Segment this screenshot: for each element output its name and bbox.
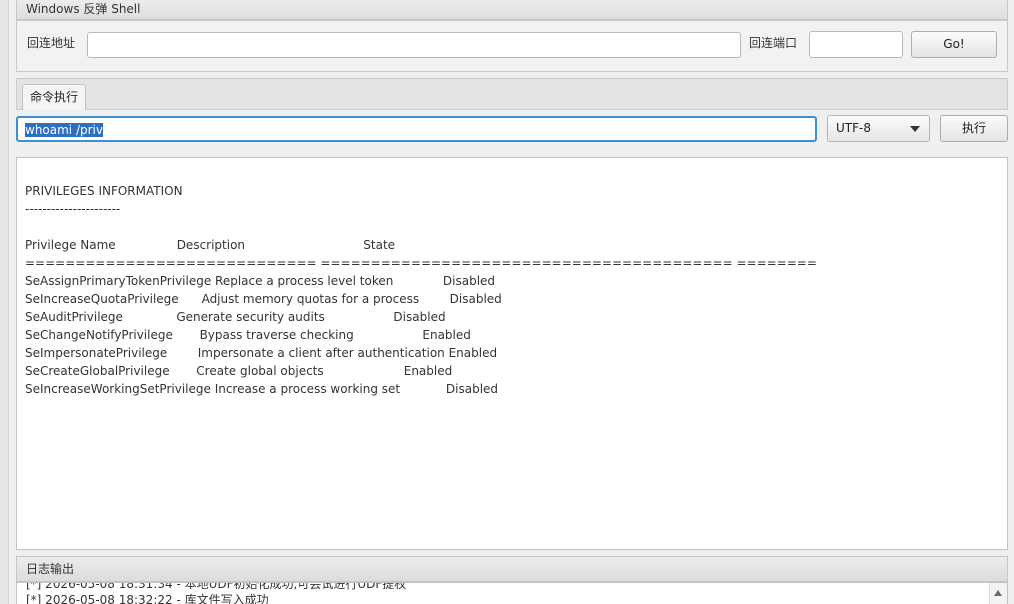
arrow-up-icon[interactable] <box>994 590 1002 596</box>
go-button[interactable]: Go! <box>911 31 997 58</box>
command-input-text: whoami /priv <box>25 123 103 137</box>
command-output[interactable]: PRIVILEGES INFORMATION -----------------… <box>16 157 1008 550</box>
encoding-value: UTF-8 <box>836 121 871 135</box>
encoding-select[interactable]: UTF-8 <box>827 115 930 142</box>
tab-command-exec[interactable]: 命令执行 <box>22 84 86 110</box>
log-panel-title: 日志输出 <box>16 556 1008 582</box>
tab-bar <box>16 78 1008 110</box>
log-line: [*] 2026-05-08 18:31:34 - 本地UDF初始化成功,可尝试… <box>26 582 407 591</box>
reverse-shell-panel-title: Windows 反弹 Shell <box>16 0 1008 20</box>
command-output-text: PRIVILEGES INFORMATION -----------------… <box>25 184 817 396</box>
window-edge <box>0 0 9 604</box>
port-label: 回连端口 <box>749 36 798 50</box>
execute-button[interactable]: 执行 <box>940 115 1008 142</box>
log-output[interactable]: [*] 2026-05-08 18:31:34 - 本地UDF初始化成功,可尝试… <box>16 582 1008 604</box>
log-scrollbar[interactable] <box>989 583 1007 604</box>
chevron-down-icon <box>910 126 920 132</box>
address-label: 回连地址 <box>27 36 76 50</box>
command-input[interactable]: whoami /priv <box>16 116 817 142</box>
log-line: [*] 2026-05-08 18:32:22 - 库文件写入成功 <box>26 593 269 604</box>
address-input[interactable] <box>87 32 741 58</box>
port-input[interactable] <box>809 31 903 58</box>
